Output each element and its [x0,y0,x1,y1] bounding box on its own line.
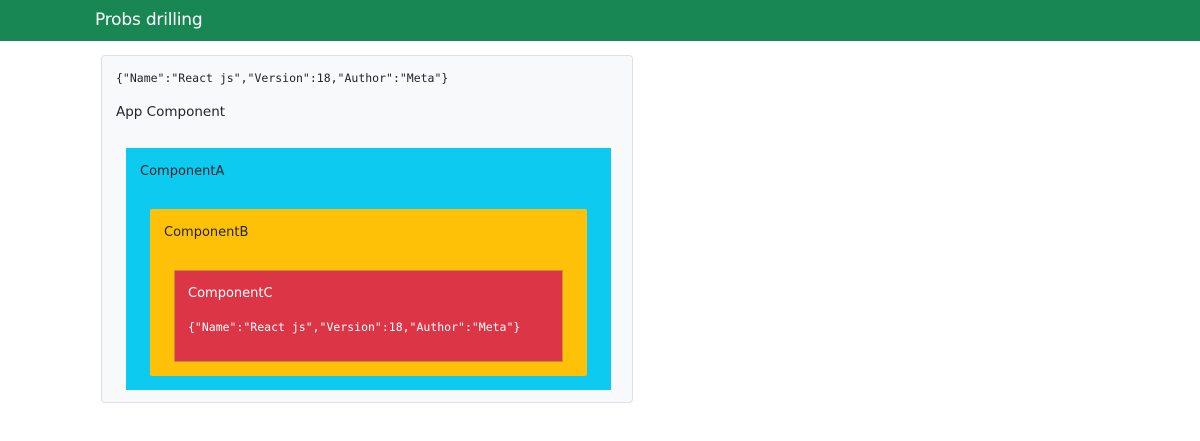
navbar: Probs drilling [0,0,1200,41]
component-c-label: ComponentC [188,286,273,301]
component-c-box: ComponentC {"Name":"React js","Version":… [174,270,563,362]
app-component-card: {"Name":"React js","Version":18,"Author"… [101,55,633,403]
app-json-output: {"Name":"React js","Version":18,"Author"… [116,71,449,85]
component-b-box: ComponentB ComponentC {"Name":"React js"… [150,209,587,376]
app-component-title: App Component [116,104,226,120]
component-a-box: ComponentA ComponentB ComponentC {"Name"… [126,148,611,390]
component-c-json-output: {"Name":"React js","Version":18,"Author"… [188,320,521,334]
navbar-brand[interactable]: Probs drilling [95,9,203,31]
component-b-label: ComponentB [164,225,249,240]
component-a-label: ComponentA [140,164,225,179]
